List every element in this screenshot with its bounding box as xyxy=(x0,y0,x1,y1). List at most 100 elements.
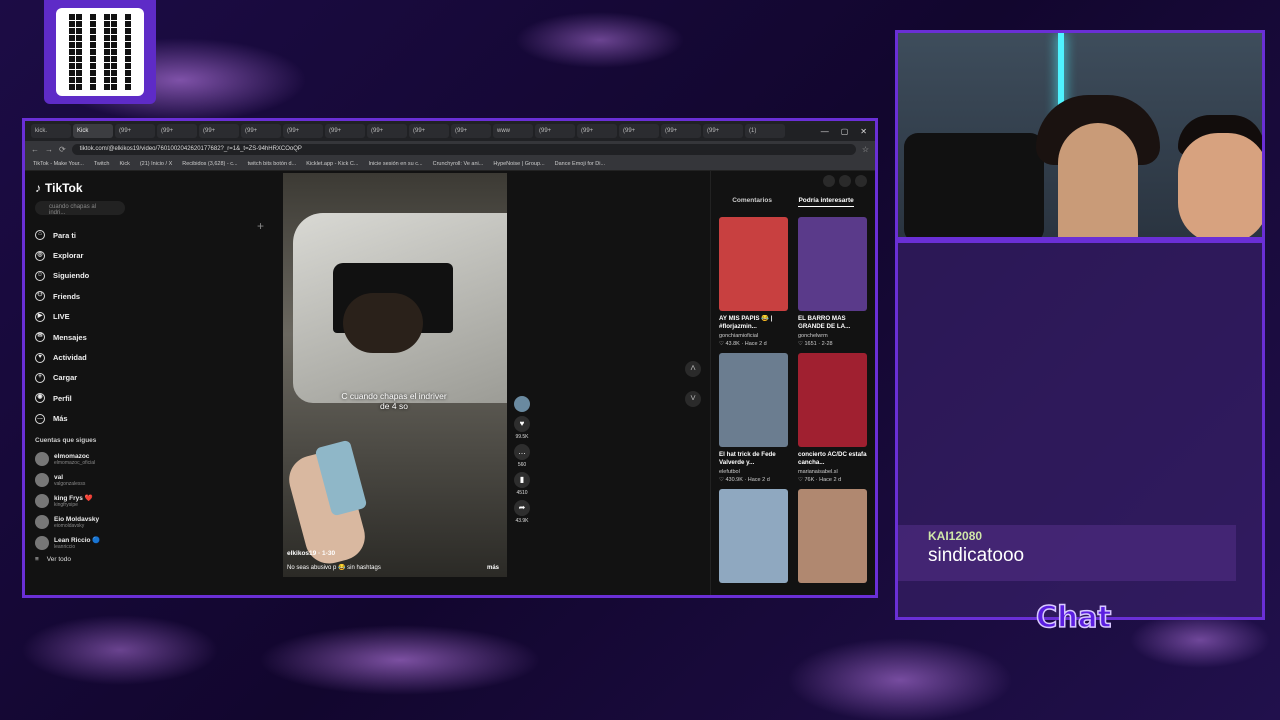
action-bookmark[interactable]: ▮ 4510 xyxy=(512,472,532,496)
following-item[interactable]: elmomazoc elmomazoc_oficial xyxy=(35,449,273,470)
browser-tab[interactable]: (1) xyxy=(745,124,785,138)
recommendation-card[interactable] xyxy=(798,489,867,583)
reload-icon[interactable]: ⟳ xyxy=(59,145,66,154)
bookmark-item[interactable]: Twitch xyxy=(94,161,110,167)
browser-tab[interactable]: (99+ xyxy=(703,124,743,138)
url-input[interactable]: tiktok.com/@elkikos19/video/760100204262… xyxy=(71,143,856,155)
creator-avatar[interactable] xyxy=(512,396,532,412)
device-icon[interactable] xyxy=(839,175,851,187)
bookmark-item[interactable]: Kick xyxy=(119,161,129,167)
sidebar-item-label: Perfil xyxy=(53,393,72,403)
see-all-button[interactable]: ≡ Ver todo xyxy=(35,556,273,563)
following-item[interactable]: val valgonzalesss xyxy=(35,470,273,491)
browser-tab[interactable]: (99+ xyxy=(661,124,701,138)
video-thumbnail[interactable] xyxy=(798,489,867,583)
action-comment[interactable]: … 560 xyxy=(512,444,532,468)
sidebar-item-siguiendo[interactable]: ☺ Siguiendo xyxy=(35,266,273,286)
forward-icon[interactable]: → xyxy=(45,145,53,154)
tab-comments[interactable]: Comentarios xyxy=(732,197,772,207)
qr-module xyxy=(83,49,89,55)
bookmark-item[interactable]: Recibidos (3,628) - c... xyxy=(182,161,237,167)
sidebar-item-friends[interactable]: ⚇ Friends xyxy=(35,286,273,306)
browser-tab[interactable]: (99+ xyxy=(409,124,449,138)
action-share[interactable]: ➦ 43.9K xyxy=(512,500,532,524)
browser-tab[interactable]: Kick xyxy=(73,124,113,138)
bookmark-item[interactable]: TikTok - Make Your... xyxy=(33,161,84,167)
back-icon[interactable]: ← xyxy=(31,145,39,154)
browser-tab[interactable]: (99+ xyxy=(577,124,617,138)
minimize-icon[interactable]: — xyxy=(821,127,829,136)
video-thumbnail[interactable] xyxy=(719,217,788,311)
qr-module xyxy=(104,42,110,48)
search-input[interactable]: cuando chapas al indri... xyxy=(35,201,125,216)
browser-tab[interactable]: (99+ xyxy=(535,124,575,138)
bookmark-item[interactable]: HypeNoise | Group... xyxy=(493,161,544,167)
action-heart[interactable]: ♥ 99.5K xyxy=(512,416,532,440)
qr-module xyxy=(132,21,138,27)
browser-tab[interactable]: (99+ xyxy=(241,124,281,138)
qr-module xyxy=(83,63,89,69)
video-thumbnail[interactable] xyxy=(798,353,867,447)
maximize-icon[interactable]: ▢ xyxy=(841,127,849,136)
chevron-up-icon[interactable]: ˄ xyxy=(685,361,701,377)
sidebar-item-explorar[interactable]: ◎ Explorar xyxy=(35,245,273,265)
close-icon[interactable]: ✕ xyxy=(860,127,867,136)
more-link[interactable]: más xyxy=(487,565,499,571)
browser-tab[interactable]: (99+ xyxy=(157,124,197,138)
sidebar-item-cargar[interactable]: + Cargar xyxy=(35,368,273,388)
browser-tab[interactable]: (99+ xyxy=(115,124,155,138)
sidebar-item-live[interactable]: ▶ LIVE xyxy=(35,307,273,327)
recommendation-card[interactable] xyxy=(719,489,788,583)
bookmark-item[interactable]: (21) Inicio / X xyxy=(140,161,172,167)
following-item[interactable]: Eio Moldavsky eiomoldavsky xyxy=(35,512,273,533)
qr-module xyxy=(76,77,82,83)
bookmark-item[interactable]: twitch bits botón d... xyxy=(248,161,297,167)
sidebar-item-actividad[interactable]: ♥ Actividad xyxy=(35,347,273,367)
tab-recommended[interactable]: Podría interesarte xyxy=(798,197,854,207)
browser-tab[interactable]: (99+ xyxy=(199,124,239,138)
user-icon[interactable] xyxy=(855,175,867,187)
bookmark-item[interactable]: Crunchyroll: Ve ani... xyxy=(433,161,484,167)
following-item[interactable]: king Frys ❤️ kingfrysipe xyxy=(35,491,273,512)
video-player[interactable]: C cuando chapas el indriver de 4 so elki… xyxy=(283,173,507,577)
plus-icon[interactable]: + xyxy=(257,219,264,233)
qr-module xyxy=(76,21,82,27)
following-item[interactable]: Lean Riccio 🔵 leanriccio xyxy=(35,533,273,554)
recommendation-card[interactable]: El hat trick de Fede Valverde y... elefut… xyxy=(719,353,788,483)
qr-code xyxy=(56,8,144,96)
recommendation-card[interactable]: concierto AC/DC estafa cancha... marianai… xyxy=(798,353,867,483)
friends-icon: ⚇ xyxy=(35,291,45,302)
tiktok-logo[interactable]: ♪ TikTok xyxy=(35,181,273,195)
avatar xyxy=(35,515,49,530)
guest-figure xyxy=(1178,133,1262,237)
video-thumbnail[interactable] xyxy=(798,217,867,311)
browser-tab[interactable]: kick. xyxy=(31,124,71,138)
sidebar-item-para-ti[interactable]: ⌂ Para ti xyxy=(35,225,273,245)
qr-module xyxy=(125,35,131,41)
gaming-chair xyxy=(904,133,1044,237)
qr-module xyxy=(125,84,131,90)
browser-tab[interactable]: (99+ xyxy=(367,124,407,138)
recommendation-card[interactable]: AY MIS PAPIS 😂 | #florjazmin... gonchiami… xyxy=(719,217,788,347)
card-meta: ♡ 76K · Hace 2 d xyxy=(798,477,842,483)
video-author[interactable]: elkikos19 · 1-30 xyxy=(287,550,335,557)
bookmark-item[interactable]: Kicklet.app - Kick C... xyxy=(306,161,358,167)
star-icon[interactable]: ☆ xyxy=(862,145,869,154)
chevron-down-icon[interactable]: ˅ xyxy=(685,391,701,407)
browser-tab[interactable]: www xyxy=(493,124,533,138)
sidebar-item-perfil[interactable]: ◉ Perfil xyxy=(35,388,273,408)
browser-tab[interactable]: (99+ xyxy=(325,124,365,138)
bookmark-item[interactable]: Dance Emoji for Di... xyxy=(555,161,605,167)
sidebar-item-mensajes[interactable]: ✉ Mensajes xyxy=(35,327,273,347)
browser-tab[interactable]: (99+ xyxy=(451,124,491,138)
video-thumbnail[interactable] xyxy=(719,353,788,447)
see-all-label: Ver todo xyxy=(46,555,72,563)
settings-icon[interactable] xyxy=(823,175,835,187)
sidebar-item-más[interactable]: … Más xyxy=(35,409,273,429)
recommendation-card[interactable]: EL BARRO MÁS GRANDE DE LA... gonchelwrm ♡ … xyxy=(798,217,867,347)
browser-tab[interactable]: (99+ xyxy=(619,124,659,138)
qr-module xyxy=(62,63,68,69)
bookmark-item[interactable]: Inicie sesión en su c... xyxy=(368,161,422,167)
video-thumbnail[interactable] xyxy=(719,489,788,583)
browser-tab[interactable]: (99+ xyxy=(283,124,323,138)
